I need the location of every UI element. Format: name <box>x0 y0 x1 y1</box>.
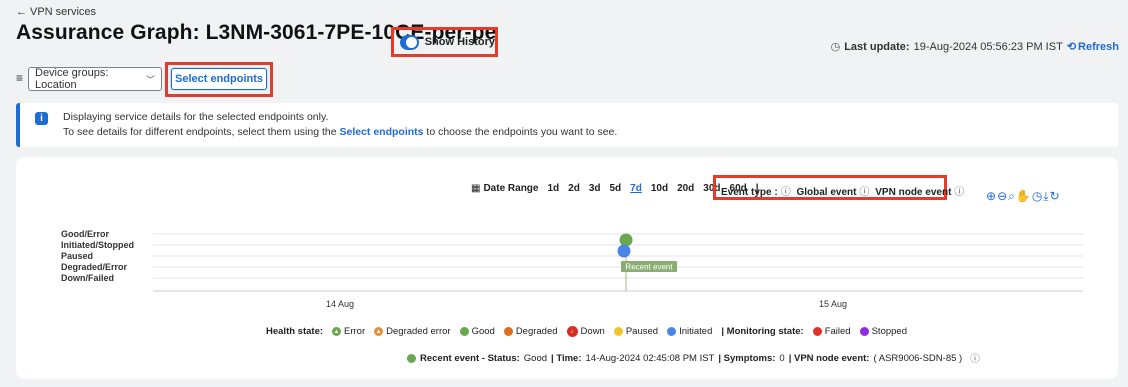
legend-item: ▲ Error <box>332 326 365 337</box>
symptoms-value: 0 <box>779 352 785 364</box>
recent-event-annotation: Recent event <box>621 261 677 272</box>
legend-dot <box>503 327 513 336</box>
legend-dot <box>459 327 469 336</box>
legend-item: Stopped <box>859 326 907 337</box>
legend-item: Initiated <box>667 326 712 337</box>
legend-label: Initiated <box>679 326 713 337</box>
legend-label: Error <box>344 326 366 337</box>
legend-label: Down <box>580 326 605 337</box>
monitoring-state-label: | Monitoring state: <box>721 326 804 337</box>
legend-item: ↓ Down <box>566 326 605 337</box>
legend-label: Failed <box>824 326 851 337</box>
event-point[interactable] <box>617 244 631 258</box>
degraded-error-triangle-icon: ▲ <box>374 327 384 336</box>
legend-label: Stopped <box>871 326 907 337</box>
vpn-node-value: ( ASR9006-SDN-85 ) <box>873 352 963 364</box>
health-state-label: Health state: <box>266 326 324 337</box>
legend-item: Degraded <box>503 326 558 337</box>
legend-dot <box>667 327 677 336</box>
info-circle-icon[interactable]: ⓘ <box>970 351 980 365</box>
error-triangle-icon: ▲ <box>332 327 342 336</box>
time-value: 14-Aug-2024 02:45:08 PM IST <box>585 352 715 364</box>
health-legend: Health state: ▲ Error ▲ Degraded error Good D… <box>266 326 916 337</box>
symptoms-label: | Symptoms: <box>718 352 776 364</box>
legend-label: Good <box>471 326 495 337</box>
vpn-node-label: | VPN node event: <box>788 352 870 364</box>
legend-item: ▲ Degraded error <box>374 326 451 337</box>
legend-dot <box>859 327 869 336</box>
legend-label: Degraded error <box>386 326 451 337</box>
legend-dot <box>613 327 623 336</box>
status-dot <box>407 353 416 363</box>
legend-item: Failed <box>812 326 851 337</box>
legend-dot <box>812 327 822 336</box>
event-point[interactable] <box>619 233 633 247</box>
x-tick-label: 15 Aug <box>819 299 847 309</box>
status-label: Recent event - Status: <box>420 352 520 364</box>
x-tick-label: 14 Aug <box>326 299 354 309</box>
legend-label: Paused <box>625 326 659 337</box>
annotation-text: Recent event <box>625 263 673 272</box>
time-label: | Time: <box>551 352 582 364</box>
recent-event-status: Recent event - Status: Good | Time: 14-A… <box>407 351 980 365</box>
down-arrow-icon: ↓ <box>566 326 578 337</box>
legend-item: Good <box>459 326 495 337</box>
status-value: Good <box>523 352 548 364</box>
legend-label: Degraded <box>515 326 558 337</box>
legend-item: Paused <box>613 326 659 337</box>
